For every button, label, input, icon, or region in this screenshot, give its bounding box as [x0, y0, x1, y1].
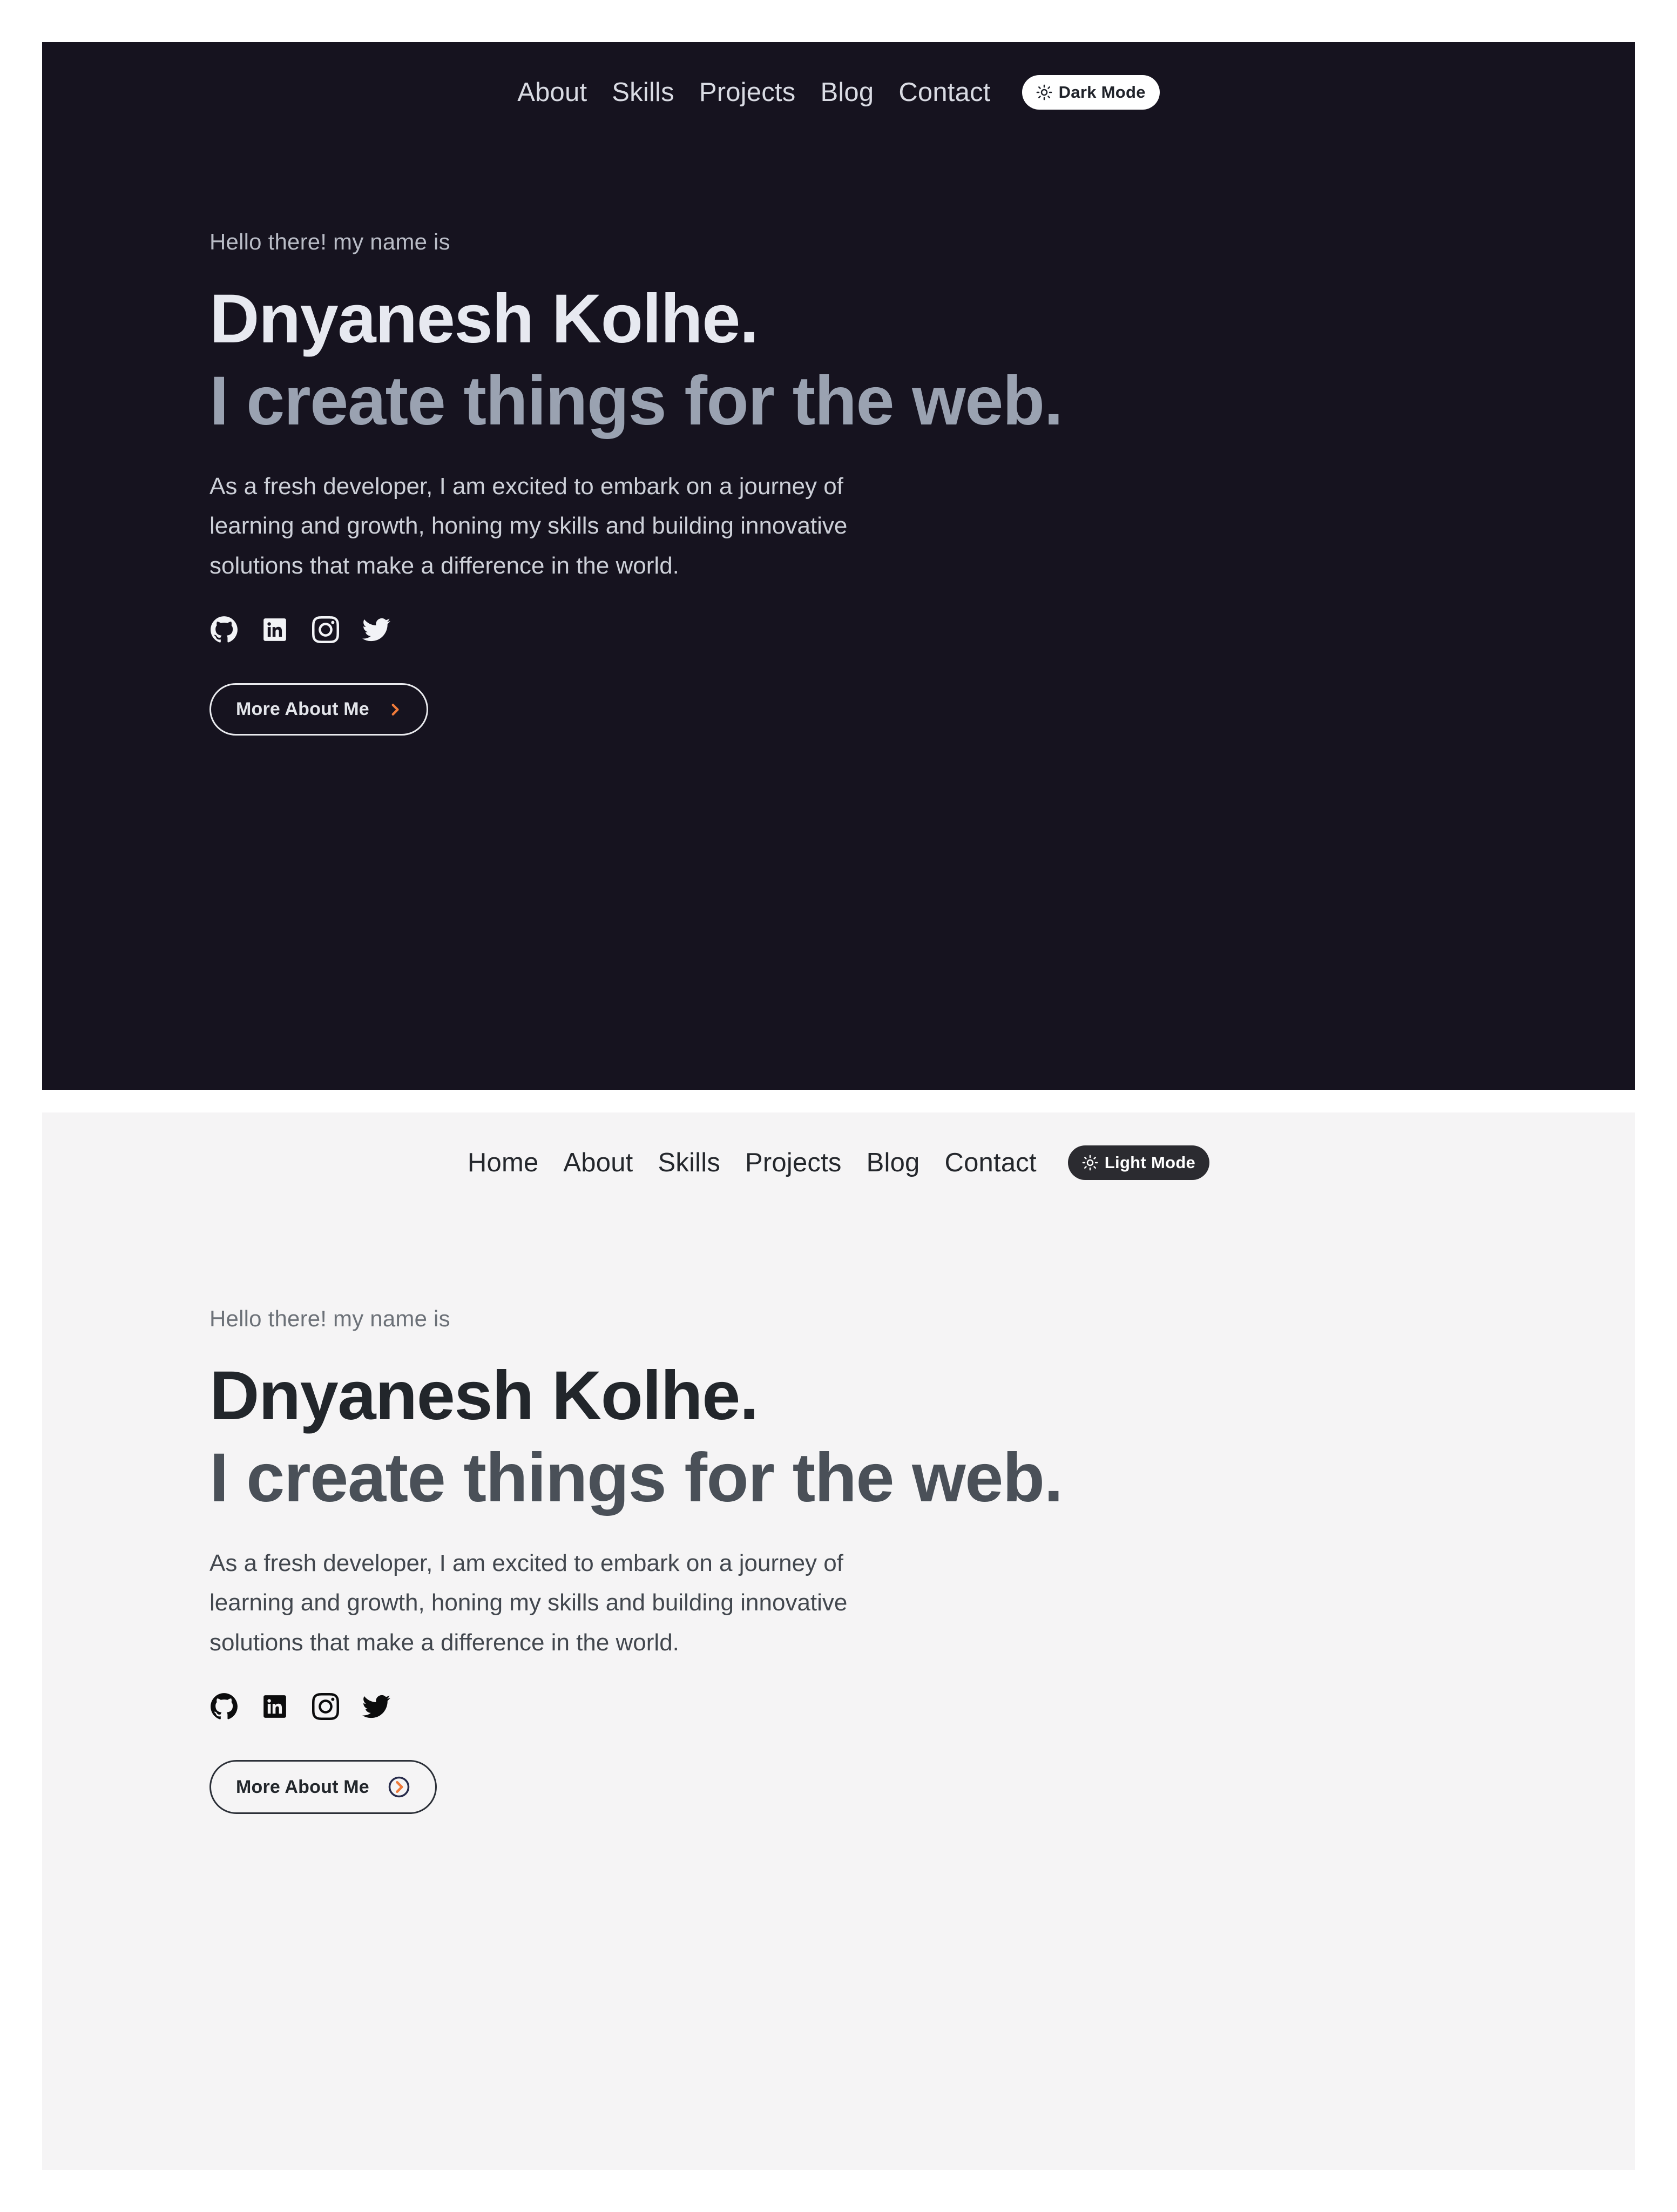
- social-links: [209, 615, 1635, 644]
- github-icon[interactable]: [209, 1692, 239, 1721]
- hero-bio: As a fresh developer, I am excited to em…: [209, 1543, 1030, 1663]
- hero-bio-line-2: learning and growth, honing my skills an…: [209, 1589, 848, 1616]
- page-root: About Skills Projects Blog Contact Dark …: [0, 0, 1677, 2212]
- hero-headline-name: Dnyanesh Kolhe.: [209, 1357, 759, 1435]
- nav-item-projects[interactable]: Projects: [699, 77, 796, 107]
- more-about-me-button[interactable]: More About Me: [209, 683, 428, 736]
- dark-navbar: About Skills Projects Blog Contact Dark …: [42, 42, 1635, 123]
- linkedin-icon[interactable]: [260, 1692, 289, 1721]
- hero-bio: As a fresh developer, I am excited to em…: [209, 467, 1030, 586]
- chevron-right-circle-icon: [388, 1776, 410, 1798]
- sun-icon: [1082, 1155, 1098, 1171]
- hero-greeting: Hello there! my name is: [209, 1306, 450, 1332]
- hero-greeting: Hello there! my name is: [209, 229, 450, 254]
- nav-item-skills[interactable]: Skills: [612, 77, 674, 107]
- instagram-icon[interactable]: [311, 615, 340, 644]
- hero-bio-line-1: As a fresh developer, I am excited to em…: [209, 1549, 843, 1576]
- linkedin-icon[interactable]: [260, 615, 289, 644]
- nav-item-blog[interactable]: Blog: [820, 77, 874, 107]
- sun-icon: [1036, 84, 1052, 100]
- light-theme-preview-panel: Home About Skills Projects Blog Contact: [42, 1112, 1635, 2170]
- light-navbar: Home About Skills Projects Blog Contact: [42, 1112, 1635, 1193]
- more-about-me-button[interactable]: More About Me: [209, 1760, 437, 1815]
- hero-headline-tagline: I create things for the web.: [209, 362, 1063, 440]
- hero-headline-name: Dnyanesh Kolhe.: [209, 280, 759, 358]
- nav-item-blog[interactable]: Blog: [867, 1148, 920, 1178]
- nav-item-skills[interactable]: Skills: [658, 1148, 720, 1178]
- hero-bio-line-1: As a fresh developer, I am excited to em…: [209, 473, 843, 500]
- nav-item-about[interactable]: About: [517, 77, 587, 107]
- dark-hero: Hello there! my name is Dnyanesh Kolhe. …: [42, 123, 1635, 736]
- github-icon[interactable]: [209, 615, 239, 644]
- dark-mode-toggle-button[interactable]: Dark Mode: [1022, 75, 1160, 110]
- more-about-me-label: More About Me: [236, 699, 369, 720]
- nav-item-about[interactable]: About: [563, 1148, 633, 1178]
- hero-bio-line-3: solutions that make a difference in the …: [209, 1629, 679, 1656]
- twitter-icon[interactable]: [362, 615, 391, 644]
- twitter-icon[interactable]: [362, 1692, 391, 1721]
- dark-mode-toggle-label: Dark Mode: [1058, 83, 1146, 102]
- light-mode-toggle-label: Light Mode: [1104, 1153, 1196, 1172]
- light-mode-toggle-button[interactable]: Light Mode: [1067, 1145, 1210, 1181]
- social-links: [209, 1692, 1635, 1721]
- instagram-icon[interactable]: [311, 1692, 340, 1721]
- light-hero: Hello there! my name is Dnyanesh Kolhe. …: [42, 1193, 1635, 1815]
- chevron-right-icon: [388, 703, 402, 717]
- more-about-me-label: More About Me: [236, 1776, 369, 1797]
- nav-item-home[interactable]: Home: [468, 1148, 539, 1178]
- nav-item-contact[interactable]: Contact: [898, 77, 990, 107]
- hero-bio-line-2: learning and growth, honing my skills an…: [209, 512, 848, 539]
- hero-headline-tagline: I create things for the web.: [209, 1439, 1063, 1516]
- nav-item-projects[interactable]: Projects: [745, 1148, 842, 1178]
- hero-bio-line-3: solutions that make a difference in the …: [209, 552, 679, 579]
- dark-theme-preview-panel: About Skills Projects Blog Contact Dark …: [42, 42, 1635, 1090]
- nav-item-contact[interactable]: Contact: [945, 1148, 1037, 1178]
